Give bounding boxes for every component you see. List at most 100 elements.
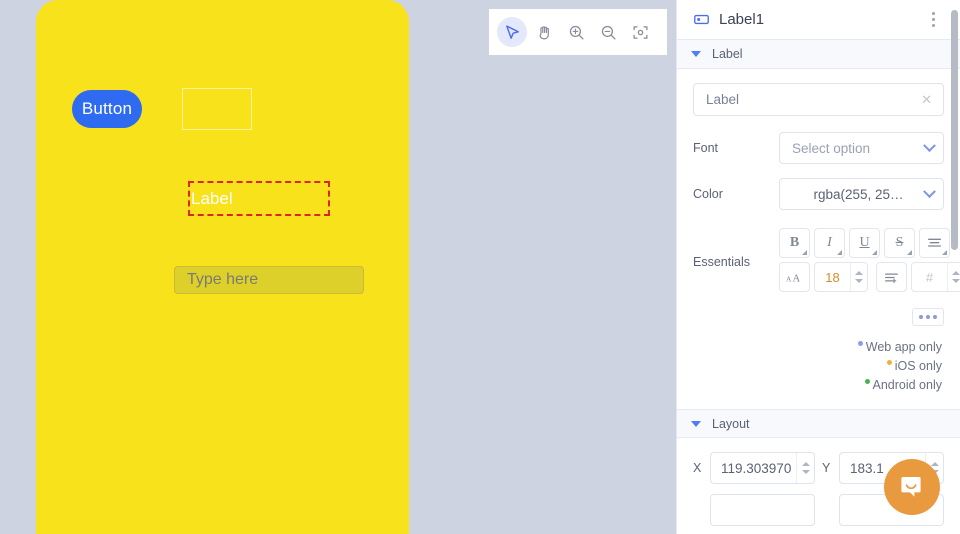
line-height-placeholder[interactable]: # — [912, 263, 948, 291]
svg-text:A: A — [786, 274, 792, 283]
label-text-value: Label — [706, 92, 740, 107]
label-text-row: Label ✕ — [693, 83, 944, 116]
cursor-icon — [505, 24, 519, 39]
platform-legend-webapp: Web app only — [693, 340, 942, 354]
line-height-spinner[interactable] — [948, 263, 960, 291]
clear-x-icon[interactable]: ✕ — [918, 92, 935, 108]
w-input[interactable] — [710, 494, 815, 526]
canvas-button-widget[interactable]: Button — [72, 90, 142, 128]
fit-screen-tool[interactable] — [625, 17, 655, 47]
font-size-stepper[interactable]: 18 — [814, 262, 868, 292]
font-size-spinner[interactable] — [851, 263, 867, 291]
w-value[interactable] — [711, 495, 814, 525]
essentials-grid: B I U S A A 18 # — [779, 228, 960, 296]
font-size-value[interactable]: 18 — [815, 263, 851, 291]
x-spinner[interactable] — [796, 453, 814, 483]
strikethrough-button[interactable]: S — [884, 228, 915, 258]
chevron-down-icon — [923, 184, 936, 198]
spinner-up-icon[interactable] — [801, 462, 810, 466]
canvas-toolbar[interactable] — [489, 9, 667, 55]
chat-bubble-icon — [901, 477, 921, 497]
zoom-out-tool[interactable] — [593, 17, 623, 47]
platform-legend-android-text: Android only — [872, 378, 943, 392]
spinner-up-icon[interactable] — [855, 271, 863, 275]
pan-tool[interactable] — [529, 17, 559, 47]
dropdown-corner-icon — [942, 250, 947, 255]
label-text-input[interactable]: Label ✕ — [693, 83, 944, 116]
essentials-label: Essentials — [693, 255, 750, 269]
bold-glyph: B — [789, 235, 800, 250]
kebab-dot — [931, 12, 935, 15]
spinner-up-icon[interactable] — [930, 462, 939, 466]
y-label: Y — [822, 461, 831, 475]
panel-header: Label1 — [677, 0, 960, 40]
panel-scrollbar[interactable] — [951, 10, 958, 250]
line-spacing-button[interactable] — [876, 262, 907, 292]
design-canvas[interactable]: Button Label Type here — [0, 0, 676, 534]
platform-dot-webapp — [857, 341, 863, 346]
spinner-up-icon[interactable] — [952, 271, 960, 275]
essentials-row-1: B I U S — [779, 228, 960, 258]
spinner-down-icon[interactable] — [855, 279, 863, 283]
line-spacing-icon — [885, 273, 898, 283]
underline-button[interactable]: U — [849, 228, 880, 258]
font-size-icon: A A — [786, 273, 801, 283]
line-height-stepper[interactable]: # — [911, 262, 960, 292]
color-select[interactable]: rgba(255, 25… — [779, 178, 944, 210]
bold-button[interactable]: B — [779, 228, 810, 258]
font-select[interactable]: Select option — [779, 132, 944, 164]
dropdown-corner-icon — [802, 250, 807, 255]
select-tool[interactable] — [497, 17, 527, 47]
align-icon — [928, 238, 941, 247]
caret-down-icon — [691, 420, 701, 427]
spinner-down-icon[interactable] — [952, 279, 960, 283]
kebab-dot — [931, 24, 935, 27]
canvas-textinput-widget[interactable]: Type here — [174, 266, 364, 294]
font-label: Font — [693, 141, 719, 155]
inspector-panel[interactable]: Label1 Label Label ✕ Font Select option … — [676, 0, 960, 534]
section-header-layout[interactable]: Layout — [677, 409, 960, 438]
kebab-dot — [931, 18, 935, 21]
zoom-in-icon — [569, 25, 584, 40]
chat-launcher-button[interactable] — [884, 459, 940, 515]
essentials-row: Essentials B I U S A A 18 # — [693, 228, 960, 296]
zoom-in-tool[interactable] — [561, 17, 591, 47]
platform-legend-android: Android only — [693, 378, 942, 392]
x-label: X — [693, 461, 702, 475]
device-frame[interactable]: Button Label Type here — [36, 0, 409, 534]
section-header-label-text: Label — [712, 47, 743, 61]
color-row: Color rgba(255, 25… — [693, 178, 944, 210]
canvas-label-text: Label — [191, 188, 233, 208]
font-size-icon-button[interactable]: A A — [779, 262, 810, 292]
canvas-textinput-placeholder: Type here — [187, 271, 259, 288]
strikethrough-glyph: S — [895, 235, 904, 250]
fit-screen-icon — [632, 25, 648, 39]
dropdown-corner-icon — [907, 250, 912, 255]
more-options-button[interactable] — [912, 308, 944, 326]
font-row: Font Select option — [693, 132, 944, 164]
canvas-button-label: Button — [81, 99, 133, 118]
platform-legend-ios: iOS only — [693, 359, 942, 373]
label-tag-icon — [694, 14, 709, 25]
platform-dot-android — [864, 379, 870, 384]
essentials-row-2: A A 18 # — [779, 262, 960, 292]
svg-text:A: A — [792, 273, 800, 283]
canvas-label-widget[interactable]: Label — [188, 181, 330, 216]
underline-glyph: U — [859, 235, 870, 250]
panel-title: Label1 — [719, 11, 765, 28]
align-button[interactable] — [919, 228, 950, 258]
color-select-value: rgba(255, 25… — [813, 186, 904, 202]
more-dot — [933, 315, 937, 319]
button-widget-selection-box — [182, 88, 252, 130]
label-section-body: Label ✕ Font Select option Color rgba(25… — [677, 69, 960, 392]
section-header-label[interactable]: Label — [677, 40, 960, 69]
x-input[interactable]: 119.303970 — [710, 452, 815, 484]
x-value[interactable]: 119.303970 — [711, 453, 796, 483]
kebab-menu-icon[interactable] — [924, 9, 942, 31]
spinner-down-icon[interactable] — [801, 470, 810, 474]
caret-down-icon — [691, 51, 701, 57]
more-dot — [919, 315, 923, 319]
italic-glyph: I — [827, 235, 832, 250]
italic-button[interactable]: I — [814, 228, 845, 258]
app-root: Button Label Type here Label1 Label Labe… — [0, 0, 960, 534]
